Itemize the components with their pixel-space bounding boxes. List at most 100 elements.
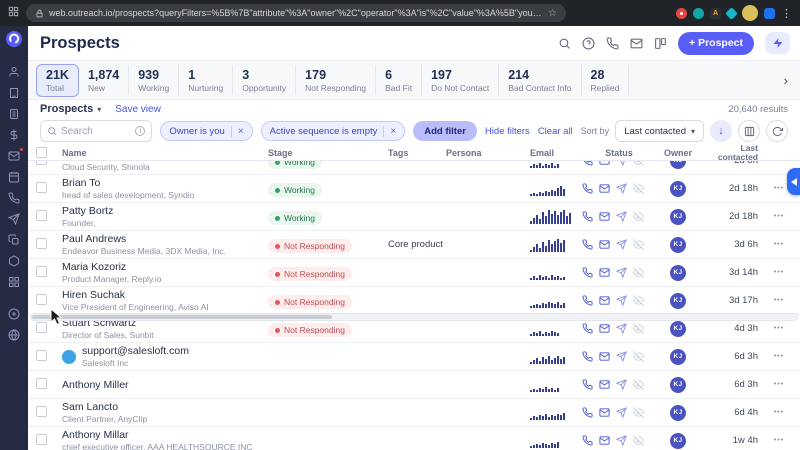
column-header-owner[interactable]: Owner bbox=[656, 148, 700, 158]
email-icon[interactable] bbox=[599, 295, 610, 306]
browser-menu-icon[interactable]: ⋮ bbox=[781, 7, 792, 20]
table-row[interactable]: Brian To head of sales development, Synd… bbox=[28, 175, 800, 203]
sequence-icon[interactable] bbox=[616, 379, 627, 390]
extension-icon-teal[interactable] bbox=[693, 7, 704, 19]
sidebar-item-tasks[interactable] bbox=[4, 275, 24, 289]
sidebar-item-prospects[interactable] bbox=[4, 65, 24, 79]
more-actions-button[interactable]: ••• bbox=[760, 161, 798, 164]
columns-button[interactable] bbox=[738, 120, 760, 142]
email-icon[interactable] bbox=[599, 267, 610, 278]
stat-card-do-not-contact[interactable]: 197 Do Not Contact bbox=[422, 65, 500, 95]
view-hidden-icon[interactable] bbox=[633, 183, 644, 194]
horizontal-scrollbar[interactable] bbox=[30, 313, 798, 321]
select-all-checkbox[interactable] bbox=[36, 146, 47, 158]
filter-chip[interactable]: Active sequence is empty × bbox=[260, 121, 406, 141]
column-header-name[interactable]: Name bbox=[62, 148, 268, 158]
call-icon[interactable] bbox=[582, 239, 593, 250]
prospect-name[interactable]: support@salesloft.com bbox=[82, 345, 189, 357]
search-box[interactable]: i bbox=[40, 120, 153, 142]
stat-card-working[interactable]: 939 Working bbox=[129, 65, 180, 95]
stat-card-replied[interactable]: 28 Replied bbox=[582, 65, 630, 95]
sequence-icon[interactable] bbox=[616, 211, 627, 222]
sequence-icon[interactable] bbox=[616, 323, 627, 334]
new-prospect-button[interactable]: + Prospect bbox=[678, 31, 754, 55]
sequence-icon[interactable] bbox=[616, 183, 627, 194]
save-view-link[interactable]: Save view bbox=[115, 104, 161, 115]
call-icon[interactable] bbox=[582, 435, 593, 446]
row-checkbox[interactable] bbox=[36, 321, 47, 333]
view-hidden-icon[interactable] bbox=[633, 435, 644, 446]
prospect-name[interactable]: Patty Bortz bbox=[62, 205, 113, 217]
view-hidden-icon[interactable] bbox=[633, 351, 644, 362]
call-icon[interactable] bbox=[582, 351, 593, 362]
email-icon[interactable] bbox=[599, 239, 610, 250]
hide-filters-link[interactable]: Hide filters bbox=[485, 126, 530, 137]
row-checkbox[interactable] bbox=[36, 349, 47, 361]
view-hidden-icon[interactable] bbox=[633, 407, 644, 418]
row-checkbox[interactable] bbox=[36, 237, 47, 249]
stat-card-opportunity[interactable]: 3 Opportunity bbox=[233, 65, 297, 95]
stat-card-bad-fit[interactable]: 6 Bad Fit bbox=[376, 65, 423, 95]
row-checkbox[interactable] bbox=[36, 293, 47, 305]
stat-card-total[interactable]: 21K Total bbox=[36, 63, 79, 97]
email-icon[interactable] bbox=[599, 161, 610, 166]
email-icon[interactable] bbox=[599, 211, 610, 222]
stat-card-not-responding[interactable]: 179 Not Responding bbox=[296, 65, 377, 95]
url-bar[interactable]: web.outreach.io/prospects?queryFilters=%… bbox=[26, 4, 566, 22]
view-hidden-icon[interactable] bbox=[633, 211, 644, 222]
prospect-name[interactable]: Brian To bbox=[62, 177, 194, 189]
email-icon[interactable] bbox=[599, 379, 610, 390]
sidebar-item-mailings[interactable] bbox=[4, 147, 24, 163]
clear-all-link[interactable]: Clear all bbox=[538, 126, 573, 137]
email-icon[interactable] bbox=[599, 183, 610, 194]
row-checkbox[interactable] bbox=[36, 181, 47, 193]
more-actions-button[interactable]: ••• bbox=[760, 353, 798, 360]
table-row[interactable]: Sam Lancto Client Partner, AnyClip KJ 6d… bbox=[28, 399, 800, 427]
stat-card-nurturing[interactable]: 1 Nurturing bbox=[179, 65, 234, 95]
profile-avatar[interactable] bbox=[742, 5, 758, 21]
email-icon[interactable] bbox=[599, 407, 610, 418]
email-icon[interactable] bbox=[599, 323, 610, 334]
filter-chip[interactable]: Owner is you × bbox=[160, 121, 253, 141]
mail-icon[interactable] bbox=[630, 37, 643, 50]
table-row[interactable]: Anthony Millar chief executive officer, … bbox=[28, 427, 800, 450]
call-icon[interactable] bbox=[582, 267, 593, 278]
view-selector[interactable]: Prospects bbox=[40, 103, 93, 115]
more-actions-button[interactable]: ••• bbox=[760, 269, 798, 276]
stat-card-new[interactable]: 1,874 New bbox=[79, 65, 130, 95]
stats-chevron-right-icon[interactable]: › bbox=[784, 73, 792, 88]
call-icon[interactable] bbox=[606, 37, 619, 50]
search-input[interactable] bbox=[61, 125, 132, 137]
info-icon[interactable]: i bbox=[135, 126, 146, 136]
row-checkbox[interactable] bbox=[36, 161, 47, 165]
row-checkbox[interactable] bbox=[36, 377, 47, 389]
prospect-name[interactable]: Anthony Miller bbox=[62, 379, 129, 391]
table-row[interactable]: Hiren Suchak Vice President of Engineeri… bbox=[28, 287, 800, 315]
sort-select[interactable]: Last contacted ▾ bbox=[615, 120, 704, 142]
call-icon[interactable] bbox=[582, 295, 593, 306]
call-icon[interactable] bbox=[582, 161, 593, 166]
browser-apps-icon[interactable] bbox=[8, 6, 19, 20]
close-icon[interactable]: × bbox=[230, 125, 244, 137]
magic-assist-button[interactable] bbox=[765, 32, 790, 54]
view-hidden-icon[interactable] bbox=[633, 295, 644, 306]
column-header-last-contacted[interactable]: Last contacted bbox=[700, 143, 760, 163]
more-actions-button[interactable]: ••• bbox=[760, 325, 798, 332]
sidebar-item-templates[interactable] bbox=[4, 233, 24, 247]
extension-icon-blue[interactable] bbox=[764, 7, 775, 19]
call-icon[interactable] bbox=[582, 407, 593, 418]
extension-icon-a[interactable]: A bbox=[710, 7, 721, 19]
sidebar-item-accounts[interactable] bbox=[4, 86, 24, 100]
sequence-icon[interactable] bbox=[616, 161, 627, 166]
table-row[interactable]: support@salesloft.com Salesloft Inc KJ 6… bbox=[28, 343, 800, 371]
table-row[interactable]: Anthony Miller KJ 6d 3h ••• bbox=[28, 371, 800, 399]
row-checkbox[interactable] bbox=[36, 433, 47, 445]
export-download-button[interactable]: ↓ bbox=[710, 120, 732, 142]
extension-icon-red[interactable] bbox=[676, 7, 687, 19]
sidebar-item-opportunities[interactable] bbox=[4, 128, 24, 142]
prospect-name[interactable]: Paul Andrews bbox=[62, 233, 226, 245]
more-actions-button[interactable]: ••• bbox=[760, 409, 798, 416]
row-checkbox[interactable] bbox=[36, 265, 47, 277]
sequence-icon[interactable] bbox=[616, 267, 627, 278]
call-icon[interactable] bbox=[582, 211, 593, 222]
